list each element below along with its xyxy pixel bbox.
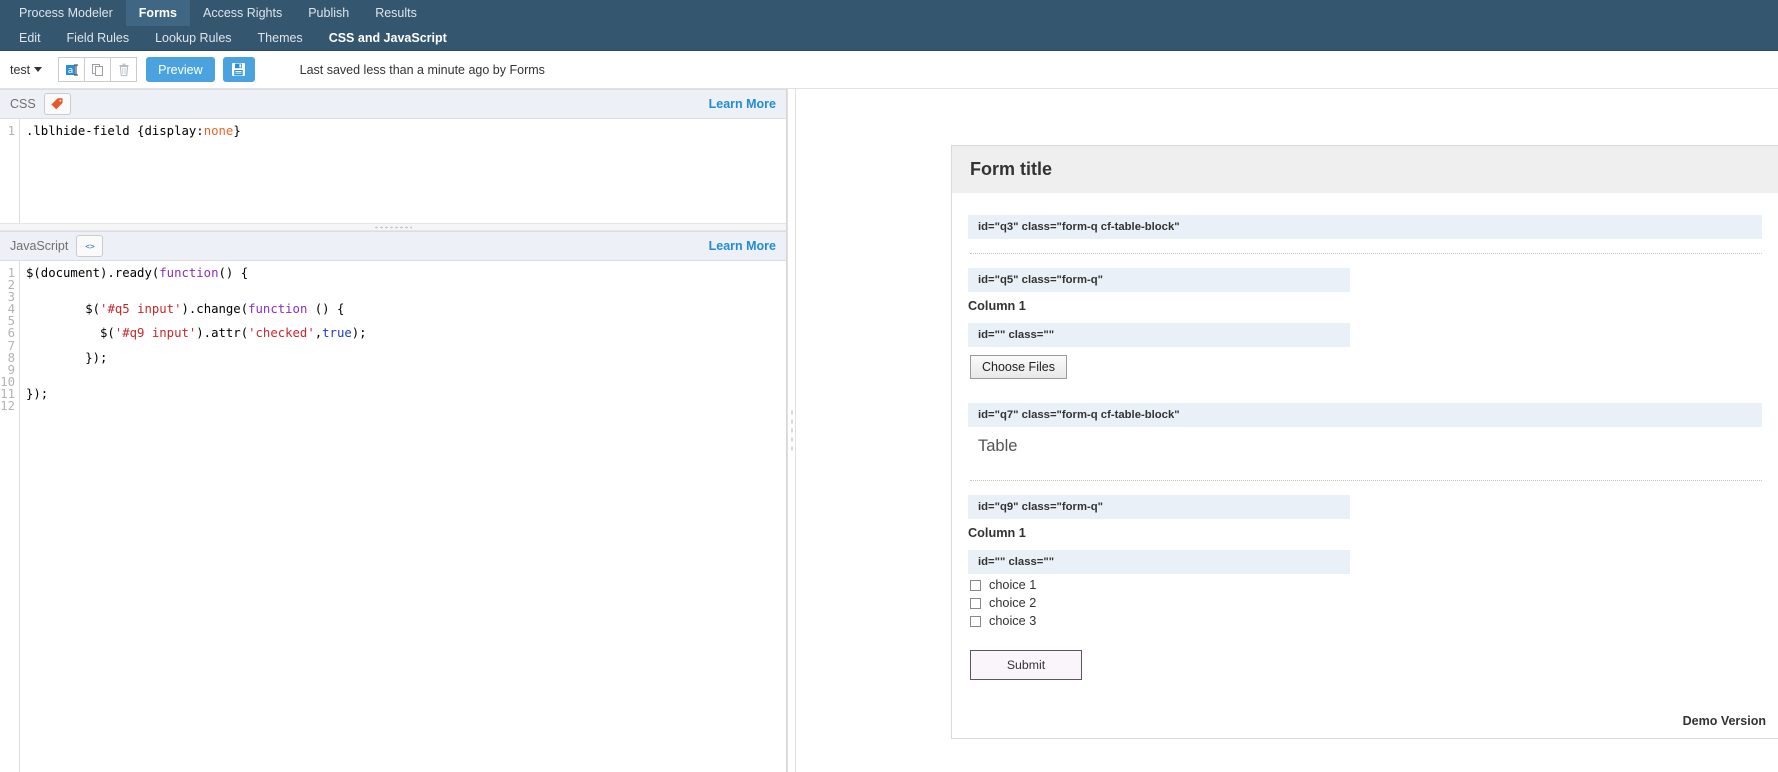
file-upload-row: Choose Files <box>970 355 1762 379</box>
last-saved-note: Last saved less than a minute ago by For… <box>300 63 545 77</box>
checkbox-choice-2[interactable]: choice 2 <box>970 596 1762 610</box>
css-editor-title: CSS <box>10 97 36 111</box>
tag-icon <box>50 97 64 111</box>
form-preview-title-bar: Form title <box>952 145 1778 193</box>
dotted-rule-1 <box>970 253 1762 254</box>
js-code-line: $(document).ready(function() { <box>26 267 786 279</box>
chevron-down-icon <box>34 67 42 72</box>
secondary-tab-lookup-rules[interactable]: Lookup Rules <box>142 26 244 50</box>
js-code-line <box>26 400 786 412</box>
tag-empty-1: id="" class="" <box>968 323 1350 347</box>
choose-files-button[interactable]: Choose Files <box>970 355 1067 379</box>
horizontal-splitter[interactable] <box>0 223 786 231</box>
css-line-numbers: 1 <box>0 119 20 223</box>
js-line-numbers: 123456789101112 <box>0 261 20 772</box>
js-line-number: 8 <box>0 352 15 364</box>
css-editor-header: CSS Learn More <box>0 89 786 119</box>
tag-q5: id="q5" class="form-q" <box>968 268 1350 292</box>
toolbar-button-group: a <box>58 57 137 82</box>
js-learn-more-link[interactable]: Learn More <box>709 239 776 253</box>
primary-tab-forms[interactable]: Forms <box>126 0 190 26</box>
css-tag-icon-button[interactable] <box>44 93 71 115</box>
js-editor-header: JavaScript <> Learn More <box>0 231 786 261</box>
splitter-grip-icon <box>374 226 412 229</box>
js-code-content[interactable]: $(document).ready(function() { $('#q5 in… <box>20 261 786 772</box>
js-line-number: 7 <box>0 340 15 352</box>
save-button[interactable] <box>223 57 255 82</box>
checkbox-label: choice 1 <box>989 578 1036 592</box>
js-code-icon-button[interactable]: <> <box>76 235 103 257</box>
checkbox-icon[interactable] <box>970 616 981 627</box>
secondary-nav: EditField RulesLookup RulesThemesCSS and… <box>0 26 1778 51</box>
primary-nav: Process ModelerFormsAccess RightsPublish… <box>0 0 1778 26</box>
js-editor-title: JavaScript <box>10 239 68 253</box>
primary-tab-access-rights[interactable]: Access Rights <box>190 0 295 26</box>
dotted-rule-2 <box>970 480 1762 481</box>
js-code-line: }); <box>26 352 786 364</box>
form-preview-body: id="q3" class="form-q cf-table-block" id=… <box>952 193 1778 700</box>
main-split: CSS Learn More 1 .lblhide-field {display… <box>0 89 1778 772</box>
rename-icon-button[interactable]: a <box>58 57 85 82</box>
js-code-editor[interactable]: 123456789101112 $(document).ready(functi… <box>0 261 786 772</box>
primary-tab-publish[interactable]: Publish <box>295 0 362 26</box>
css-code-content[interactable]: .lblhide-field {display:none} <box>20 119 786 223</box>
checkbox-choice-1[interactable]: choice 1 <box>970 578 1762 592</box>
vertical-splitter[interactable] <box>787 89 796 772</box>
form-selector-label: test <box>10 63 30 77</box>
tag-q9: id="q9" class="form-q" <box>968 495 1350 519</box>
primary-tab-process-modeler[interactable]: Process Modeler <box>6 0 126 26</box>
checkbox-icon[interactable] <box>970 580 981 591</box>
secondary-tab-css-and-javascript[interactable]: CSS and JavaScript <box>316 26 460 50</box>
trash-icon <box>117 63 131 77</box>
js-code-line <box>26 364 786 376</box>
js-line-number: 12 <box>0 400 15 412</box>
css-code-line: .lblhide-field {display:none} <box>26 125 786 137</box>
top-spacer <box>968 193 1762 215</box>
secondary-tab-edit[interactable]: Edit <box>6 26 54 50</box>
css-learn-more-link[interactable]: Learn More <box>709 97 776 111</box>
vertical-splitter-grip-icon <box>790 408 793 454</box>
primary-tab-results[interactable]: Results <box>362 0 430 26</box>
demo-version-badge: Demo Version <box>952 700 1778 738</box>
form-selector[interactable]: test <box>10 63 42 77</box>
checkbox-choice-3[interactable]: choice 3 <box>970 614 1762 628</box>
form-preview-title: Form title <box>970 159 1760 180</box>
svg-text:a: a <box>67 66 73 76</box>
js-code-line: $('#q9 input').attr('checked',true); <box>26 327 786 339</box>
secondary-tab-field-rules[interactable]: Field Rules <box>54 26 143 50</box>
css-code-editor[interactable]: 1 .lblhide-field {display:none} <box>0 119 786 223</box>
question-label-column-1-b: Column 1 <box>968 526 1762 540</box>
checkbox-label: choice 2 <box>989 596 1036 610</box>
editors-pane: CSS Learn More 1 .lblhide-field {display… <box>0 89 787 772</box>
floppy-save-icon <box>231 62 246 77</box>
css-line-number: 1 <box>0 125 15 137</box>
checkbox-label: choice 3 <box>989 614 1036 628</box>
js-line-number: 6 <box>0 327 15 339</box>
app-root: Process ModelerFormsAccess RightsPublish… <box>0 0 1778 772</box>
table-heading: Table <box>968 427 1762 466</box>
submit-button[interactable]: Submit <box>970 650 1082 680</box>
tag-q7: id="q7" class="form-q cf-table-block" <box>968 403 1762 427</box>
trash-icon-button[interactable] <box>110 57 137 82</box>
tag-empty-2: id="" class="" <box>968 550 1350 574</box>
tag-q3: id="q3" class="form-q cf-table-block" <box>968 215 1762 239</box>
form-preview-card: Form title id="q3" class="form-q cf-tabl… <box>951 145 1778 739</box>
js-code-line <box>26 340 786 352</box>
copy-icon-button[interactable] <box>84 57 111 82</box>
rename-icon: a <box>65 63 79 77</box>
js-code-line <box>26 279 786 291</box>
form-toolbar: test a <box>0 51 1778 89</box>
angle-brackets-icon: <> <box>83 239 97 253</box>
form-preview-pane: Form title id="q3" class="form-q cf-tabl… <box>796 89 1778 772</box>
js-code-line: $('#q5 input').change(function () { <box>26 303 786 315</box>
preview-button-label: Preview <box>158 63 202 77</box>
question-label-column-1-a: Column 1 <box>968 299 1762 313</box>
copy-icon <box>91 63 105 77</box>
checkbox-icon[interactable] <box>970 598 981 609</box>
preview-button[interactable]: Preview <box>146 57 214 82</box>
secondary-tab-themes[interactable]: Themes <box>245 26 316 50</box>
js-code-line <box>26 376 786 388</box>
svg-text:<>: <> <box>85 242 95 251</box>
js-code-line: }); <box>26 388 786 400</box>
